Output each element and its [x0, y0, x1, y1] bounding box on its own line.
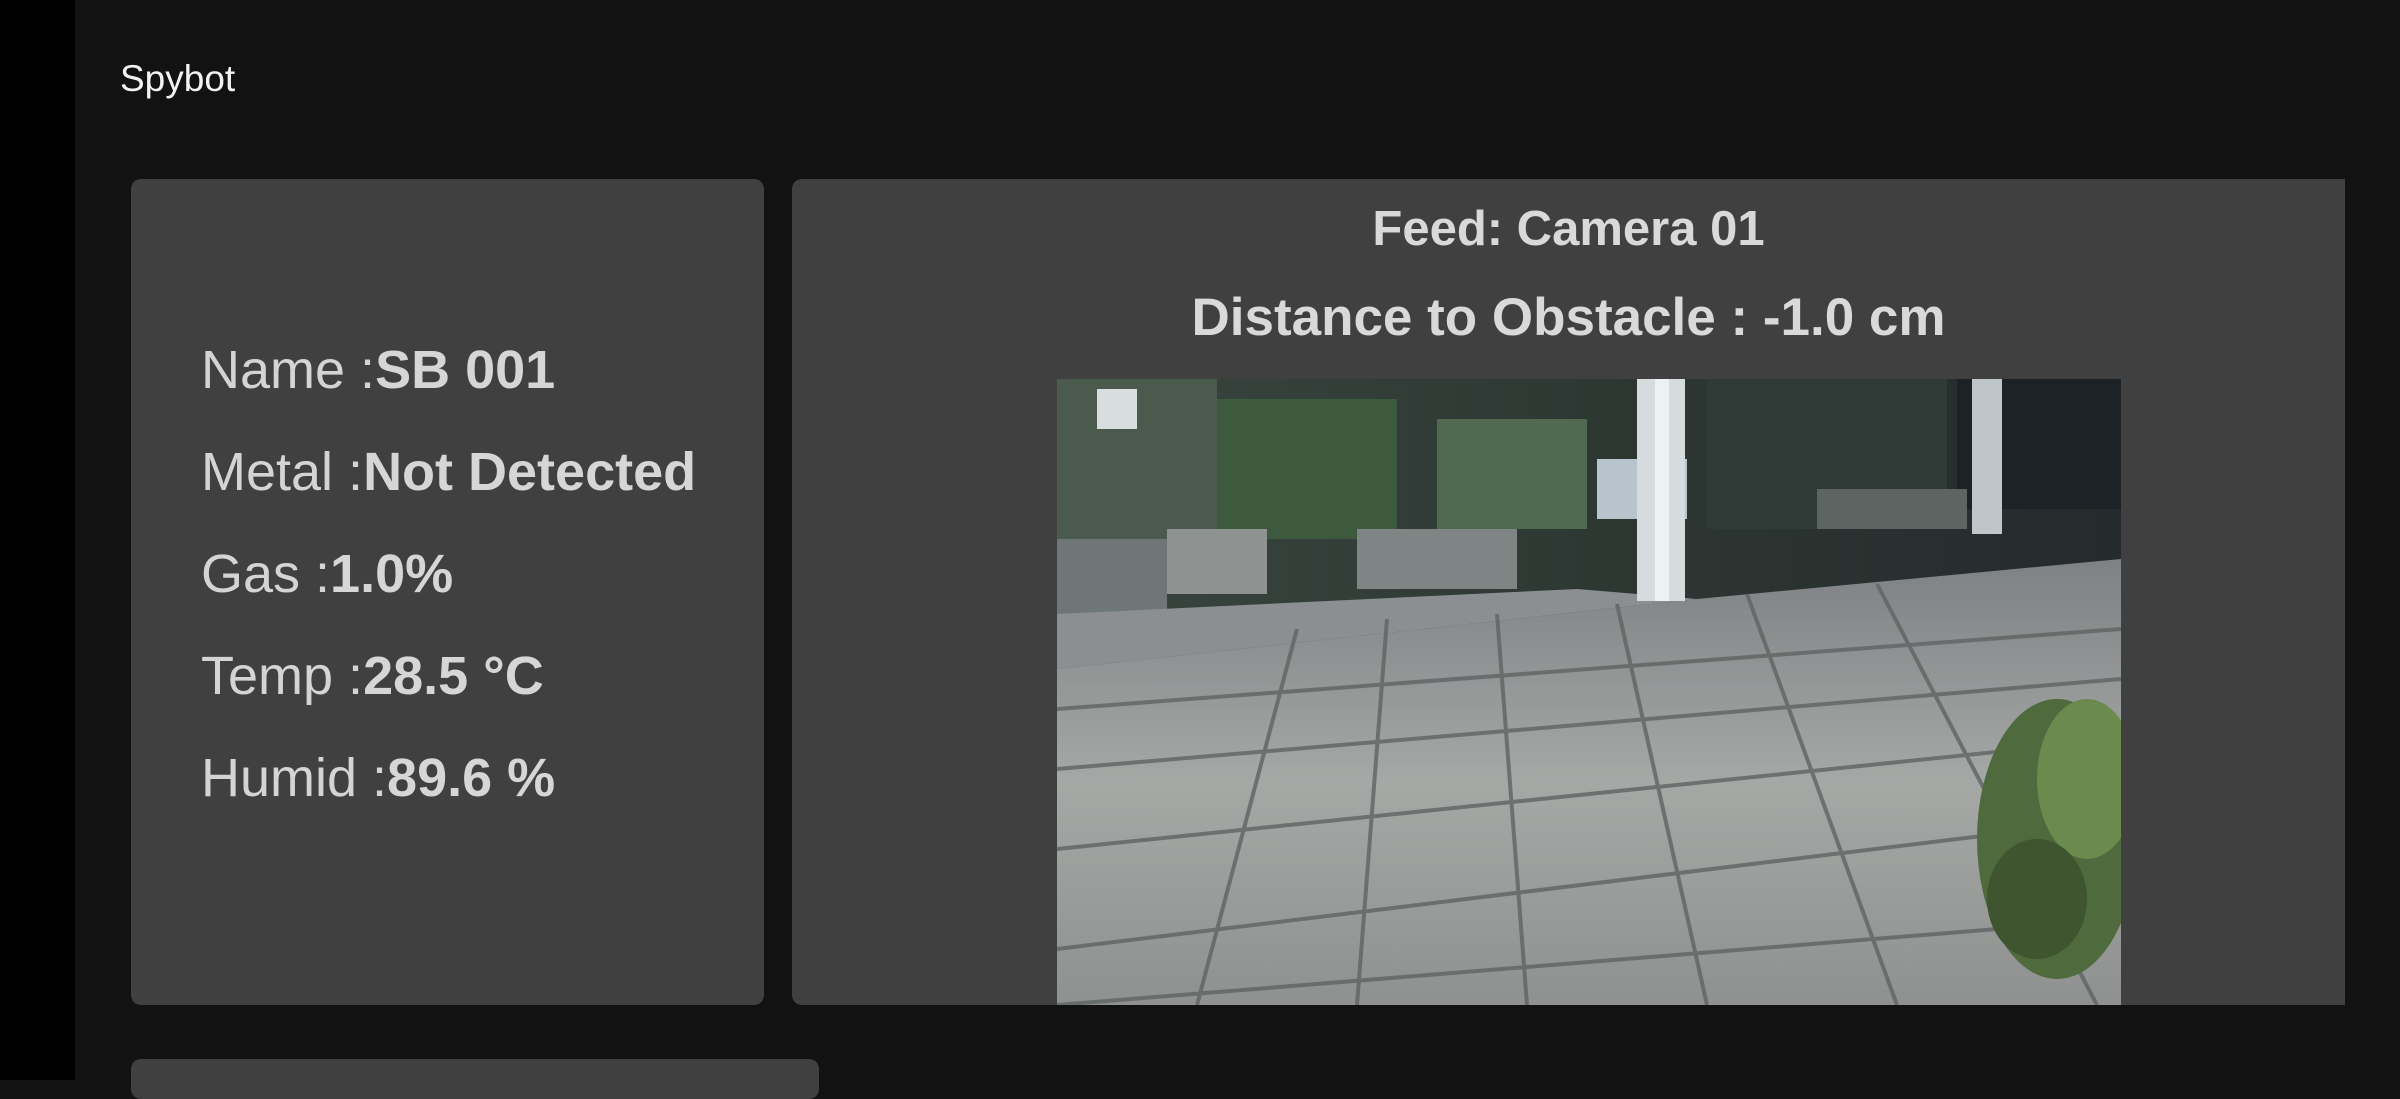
left-edge-strip [0, 0, 75, 1080]
sensor-row-temp: Temp :28.5 °C [201, 645, 696, 747]
sensor-label: Humid : [201, 748, 388, 808]
sensor-label: Metal : [201, 442, 364, 502]
sensor-value: 1.0% [330, 544, 454, 604]
sensor-value: Not Detected [363, 442, 697, 502]
app-title: Spybot [120, 58, 236, 99]
sensor-value: 89.6 % [387, 748, 556, 808]
sensor-row-metal: Metal :Not Detected [201, 441, 696, 543]
app-bar: Spybot [75, 0, 2400, 150]
distance-label: Distance to Obstacle : [1191, 288, 1763, 347]
next-card [131, 1059, 819, 1099]
camera-feed-image [1057, 379, 2121, 1005]
camera-scene-illustration [1057, 379, 2121, 1005]
sensor-info-card: Name :SB 001 Metal :Not Detected Gas :1.… [131, 179, 764, 1005]
sensor-row-humid: Humid :89.6 % [201, 747, 696, 849]
feed-title: Feed: Camera 01 [1372, 202, 1765, 256]
sensor-label: Gas : [201, 544, 331, 604]
camera-feed-card: Feed: Camera 01 Distance to Obstacle : -… [792, 179, 2345, 1005]
distance-readout: Distance to Obstacle : -1.0 cm [792, 287, 2345, 348]
distance-value: -1.0 cm [1762, 288, 1946, 347]
sensor-value: 28.5 °C [363, 646, 544, 706]
sensor-label: Name : [201, 340, 376, 400]
sensor-value: SB 001 [375, 340, 556, 400]
sensor-label: Temp : [201, 646, 364, 706]
sensor-row-name: Name :SB 001 [201, 339, 696, 441]
sensor-list: Name :SB 001 Metal :Not Detected Gas :1.… [201, 339, 696, 849]
sensor-row-gas: Gas :1.0% [201, 543, 696, 645]
